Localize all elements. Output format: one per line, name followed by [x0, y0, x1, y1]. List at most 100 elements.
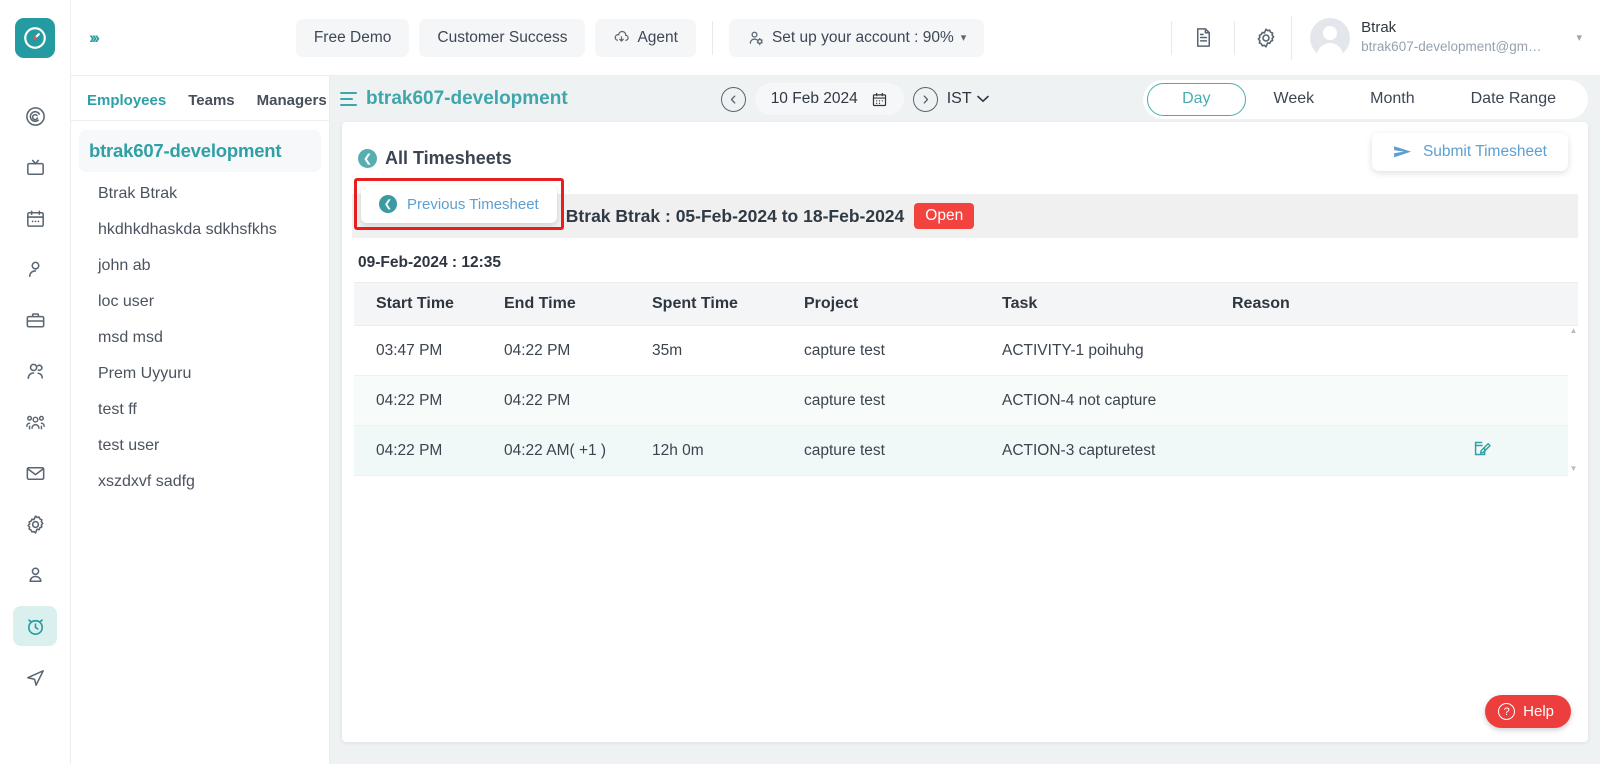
- free-demo-button[interactable]: Free Demo: [295, 18, 410, 57]
- next-day-button[interactable]: [912, 86, 938, 112]
- sidebar-item-profile[interactable]: [13, 555, 57, 595]
- sidebar-item-mail[interactable]: [13, 453, 57, 493]
- topbar-divider-2: [1171, 20, 1173, 55]
- column-spent-time: Spent Time: [652, 295, 738, 312]
- status-badge: Open: [914, 203, 975, 229]
- column-project: Project: [804, 295, 859, 312]
- scroll-up-arrow-icon[interactable]: ▲: [1568, 326, 1579, 336]
- tab-managers[interactable]: Managers: [257, 92, 327, 109]
- submit-timesheet-button[interactable]: Submit Timesheet: [1371, 133, 1568, 171]
- table-scrollbar[interactable]: ▲ ▼: [1568, 326, 1579, 476]
- list-item[interactable]: test ff: [71, 392, 329, 428]
- sidebar-item-user[interactable]: [13, 249, 57, 289]
- timesheet-table: Start Time End Time Spent Time Project T…: [354, 282, 1579, 476]
- settings-button[interactable]: [1241, 13, 1291, 63]
- help-label: Help: [1523, 703, 1554, 720]
- list-item[interactable]: john ab: [71, 248, 329, 284]
- sidebar-item-timesheet[interactable]: [13, 606, 57, 646]
- date-picker[interactable]: 10 Feb 2024: [754, 83, 904, 115]
- sidebar-item-settings[interactable]: [13, 504, 57, 544]
- tab-month[interactable]: Month: [1342, 83, 1442, 116]
- hamburger-icon[interactable]: [340, 91, 357, 107]
- column-start-time: Start Time: [376, 295, 454, 312]
- app-logo[interactable]: [15, 17, 55, 58]
- edit-pencil-icon[interactable]: [1473, 439, 1492, 463]
- cell-end-time: 04:22 PM: [504, 391, 571, 409]
- documents-button[interactable]: [1178, 13, 1228, 63]
- timesheet-card: ❮ All Timesheets Submit Timesheet ❮ Prev…: [342, 122, 1588, 742]
- agent-button[interactable]: Agent: [595, 18, 696, 57]
- sidebar-item-dashboard[interactable]: [13, 96, 57, 136]
- list-item[interactable]: msd msd: [71, 320, 329, 356]
- column-task: Task: [1002, 295, 1038, 312]
- list-item[interactable]: Prem Uyyuru: [71, 356, 329, 392]
- sidebar-item-users[interactable]: [13, 351, 57, 391]
- list-item[interactable]: xszdxvf sadfg: [71, 464, 329, 500]
- cell-start-time: 03:47 PM: [376, 341, 443, 359]
- submit-timesheet-label: Submit Timesheet: [1422, 143, 1547, 160]
- employees-panel-tabs: Employees Teams Managers: [71, 76, 329, 121]
- column-reason: Reason: [1232, 295, 1290, 312]
- user-icon: [28, 261, 40, 277]
- account-setup-button[interactable]: Set up your account : 90% ▾: [728, 18, 985, 57]
- view-mode-tabs: Day Week Month Date Range: [1143, 79, 1588, 119]
- tab-teams[interactable]: Teams: [188, 92, 234, 109]
- column-end-time: End Time: [504, 295, 576, 312]
- clock-logo-icon: [24, 26, 46, 49]
- tab-employees[interactable]: Employees: [87, 92, 166, 109]
- card-header: ❮ All Timesheets Submit Timesheet: [342, 122, 1588, 183]
- user-name: Btrak: [1361, 19, 1397, 37]
- tab-date-range[interactable]: Date Range: [1443, 83, 1584, 116]
- tab-week[interactable]: Week: [1246, 83, 1343, 116]
- account-setup-label: Set up your account : 90%: [771, 28, 954, 46]
- list-item[interactable]: test user: [71, 428, 329, 464]
- table-row[interactable]: 04:22 PM 04:22 PM capture test ACTION-4 …: [354, 376, 1578, 426]
- list-item[interactable]: Btrak Btrak: [71, 176, 329, 212]
- customer-success-button[interactable]: Customer Success: [419, 18, 586, 57]
- scroll-down-arrow-icon[interactable]: ▼: [1568, 464, 1579, 474]
- date-navigator: 10 Feb 2024 IST: [720, 83, 989, 115]
- send-navigate-icon: [26, 669, 44, 686]
- icon-rail: [0, 76, 71, 764]
- back-arrow-circle-icon[interactable]: ❮: [358, 148, 377, 168]
- gear-icon: [26, 514, 44, 534]
- sidebar-item-teams[interactable]: [13, 402, 57, 442]
- dashboard-spiral-icon: [25, 106, 45, 126]
- alarm-clock-icon: [27, 618, 43, 635]
- table-row[interactable]: 03:47 PM 04:22 PM 35m capture test ACTIV…: [354, 326, 1578, 376]
- page-title: btrak607-development: [366, 88, 568, 109]
- tab-day[interactable]: Day: [1147, 82, 1246, 116]
- list-item[interactable]: hkdhkdhaskda sdkhsfkhs: [71, 212, 329, 248]
- timezone-label: IST: [946, 90, 972, 107]
- previous-day-button[interactable]: [720, 86, 746, 112]
- sidebar-item-track[interactable]: [13, 657, 57, 697]
- cell-reason: [1232, 439, 1578, 463]
- cell-project: capture test: [804, 441, 885, 459]
- cell-task: ACTIVITY-1 poihuhg: [1002, 341, 1144, 359]
- back-arrow-circle-icon: ❮: [379, 195, 397, 213]
- cell-project: capture test: [804, 341, 885, 359]
- list-item[interactable]: loc user: [71, 284, 329, 320]
- main-header: btrak607-development 10 Feb 2024 IST Day…: [330, 76, 1600, 122]
- sidebar-expand-button[interactable]: ›››: [71, 28, 115, 48]
- tv-screen-icon: [26, 159, 44, 175]
- briefcase-icon: [26, 312, 44, 327]
- previous-timesheet-button[interactable]: ❮ Previous Timesheet: [361, 185, 557, 223]
- sidebar-item-projects[interactable]: [13, 300, 57, 340]
- timezone-selector[interactable]: IST: [947, 90, 989, 108]
- cloud-download-icon: [615, 30, 630, 42]
- logo-zone: [0, 0, 71, 76]
- sidebar-item-screens[interactable]: [13, 147, 57, 187]
- chevron-right-icon: [923, 94, 928, 104]
- employee-group-header[interactable]: btrak607-development: [79, 130, 321, 172]
- timesheet-period-strip: ❮ Previous Timesheet Btrak Btrak : 05-Fe…: [352, 178, 1578, 238]
- help-button[interactable]: ? Help: [1485, 695, 1571, 728]
- table-row[interactable]: 04:22 PM 04:22 AM( +1 ) 12h 0m capture t…: [354, 426, 1578, 476]
- sidebar-item-calendar[interactable]: [13, 198, 57, 238]
- user-email: btrak607-development@gm…: [1361, 39, 1542, 55]
- avatar: [1310, 17, 1351, 58]
- question-circle-icon: ?: [1498, 703, 1516, 720]
- table-header-row: Start Time End Time Spent Time Project T…: [354, 282, 1578, 326]
- main-content: btrak607-development 10 Feb 2024 IST Day…: [330, 76, 1600, 764]
- user-menu[interactable]: Btrak btrak607-development@gm… ▾: [1291, 15, 1582, 60]
